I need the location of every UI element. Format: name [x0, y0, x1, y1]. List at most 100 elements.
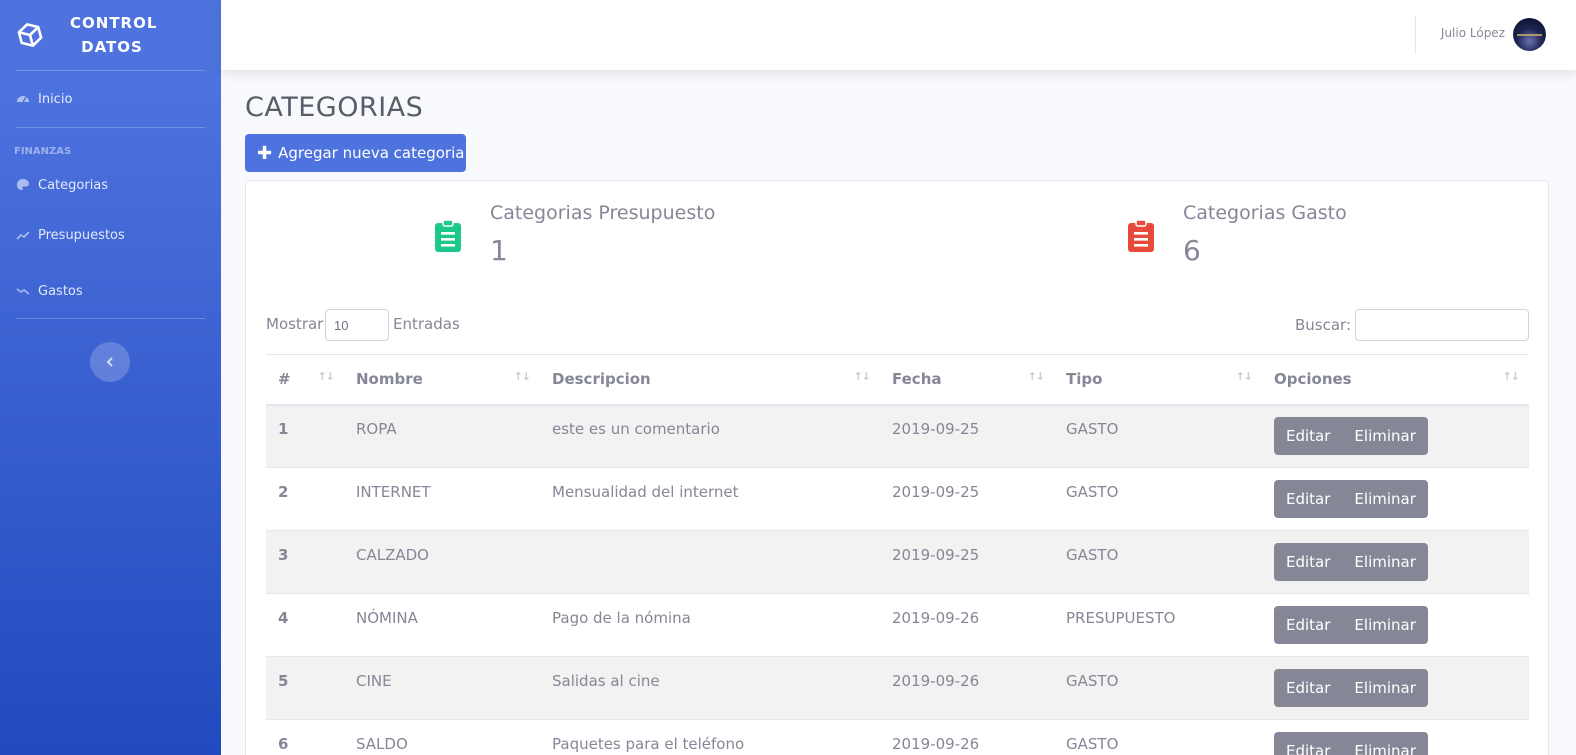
sidebar: CONTROL DATOS Inicio FINANZAS Categorias… [0, 0, 221, 755]
sort-icon: ↑↓ [853, 370, 871, 383]
cell-nombre: INTERNET [356, 483, 431, 501]
cell-id: 2 [278, 483, 289, 501]
sidebar-item-inicio[interactable]: Inicio [0, 71, 221, 127]
delete-button[interactable]: Eliminar [1342, 732, 1427, 755]
topbar-divider [1415, 16, 1416, 54]
brand-line-1: CONTROL [70, 14, 158, 32]
column-header-id[interactable]: # ↑↓ [266, 354, 344, 406]
edit-button[interactable]: Editar [1274, 669, 1342, 707]
cell-id: 6 [278, 735, 289, 754]
cell-id: 1 [278, 420, 289, 439]
sort-icon: ↑↓ [1502, 370, 1520, 383]
cell-nombre: NÓMINA [356, 609, 418, 627]
column-header-descripcion[interactable]: Descripcion ↑↓ [540, 354, 880, 406]
clipboard-icon [435, 219, 461, 252]
cell-fecha: 2019-09-25 [892, 420, 980, 439]
sidebar-toggle-button[interactable] [90, 342, 130, 382]
cell-tipo: GASTO [1066, 420, 1119, 439]
sidebar-divider [16, 318, 205, 319]
delete-button[interactable]: Eliminar [1342, 480, 1427, 518]
chart-line-down-icon [16, 288, 30, 295]
table-row: 3 CALZADO 2019-09-25 GASTO Editar Elimina… [266, 530, 1529, 594]
cell-tipo: GASTO [1066, 546, 1119, 564]
delete-button[interactable]: Eliminar [1342, 543, 1427, 581]
edit-button[interactable]: Editar [1274, 480, 1342, 518]
page-length-select[interactable] [325, 309, 389, 341]
sidebar-item-label: Categorias [38, 177, 109, 193]
tachometer-icon [17, 96, 29, 103]
row-actions: Editar Eliminar [1274, 543, 1428, 581]
stat-label: Categorias Gasto [1183, 202, 1347, 224]
cell-fecha: 2019-09-25 [892, 546, 980, 564]
edit-button[interactable]: Editar [1274, 606, 1342, 644]
user-name[interactable]: Julio López [1441, 26, 1505, 40]
cell-fecha: 2019-09-26 [892, 609, 980, 627]
palette-icon [17, 179, 29, 190]
column-header-tipo[interactable]: Tipo ↑↓ [1054, 354, 1262, 406]
cell-nombre: SALDO [356, 735, 408, 754]
cell-tipo: GASTO [1066, 672, 1119, 690]
cell-id: 5 [278, 672, 289, 690]
table-header-row: # ↑↓ Nombre ↑↓ Descripcion ↑↓ Fecha ↑↓ Tipo ↑… [266, 354, 1529, 406]
cell-tipo: GASTO [1066, 483, 1119, 501]
brand-line-2: DATOS [81, 38, 143, 56]
sidebar-item-gastos[interactable]: Gastos [0, 263, 221, 319]
entries-label: Entradas [393, 315, 460, 333]
cell-fecha: 2019-09-26 [892, 672, 980, 690]
table-row: 5 CINE Salidas al cine 2019-09-26 GASTO … [266, 656, 1529, 720]
sidebar-item-label: Presupuestos [38, 227, 125, 243]
delete-button[interactable]: Eliminar [1342, 669, 1427, 707]
cell-id: 3 [278, 546, 289, 564]
sort-icon: ↑↓ [1027, 370, 1045, 383]
cell-descripcion: Salidas al cine [552, 672, 660, 690]
cell-nombre: ROPA [356, 420, 397, 439]
cell-nombre: CINE [356, 672, 392, 690]
cell-descripcion: este es un comentario [552, 420, 720, 439]
stat-value: 6 [1183, 234, 1201, 267]
chart-line-up-icon [16, 231, 30, 240]
row-actions: Editar Eliminar [1274, 417, 1428, 456]
table-row: 6 SALDO Paquetes para el teléfono 2019-0… [266, 719, 1529, 755]
search-input[interactable] [1355, 309, 1529, 341]
cell-fecha: 2019-09-26 [892, 735, 980, 754]
add-category-button[interactable]: ✚ Agregar nueva categoria [245, 134, 466, 172]
edit-button[interactable]: Editar [1274, 417, 1342, 455]
brand[interactable]: CONTROL DATOS [0, 0, 221, 70]
sidebar-heading: FINANZAS [14, 146, 72, 157]
sidebar-item-label: Gastos [38, 283, 83, 299]
edit-button[interactable]: Editar [1274, 732, 1342, 755]
cell-fecha: 2019-09-25 [892, 483, 980, 501]
brand-text: CONTROL DATOS [70, 11, 158, 59]
table-row: 1 ROPA este es un comentario 2019-09-25 … [266, 404, 1529, 468]
page-title: CATEGORIAS [245, 92, 424, 123]
plus-icon: ✚ [257, 142, 273, 164]
clipboard-icon [1128, 219, 1154, 252]
column-header-opciones[interactable]: Opciones ↑↓ [1262, 354, 1529, 406]
cube-icon [17, 23, 43, 47]
chevron-left-icon [106, 357, 113, 367]
row-actions: Editar Eliminar [1274, 606, 1428, 644]
topbar: Julio López [221, 0, 1576, 70]
table-row: 4 NÓMINA Pago de la nómina 2019-09-26 PR… [266, 593, 1529, 657]
cell-tipo: PRESUPUESTO [1066, 609, 1176, 627]
cell-descripcion: Mensualidad del internet [552, 483, 739, 501]
sort-icon: ↑↓ [317, 370, 335, 383]
sidebar-item-categorias[interactable]: Categorias [0, 163, 221, 207]
avatar[interactable] [1513, 18, 1546, 51]
sidebar-item-presupuestos[interactable]: Presupuestos [0, 207, 221, 263]
edit-button[interactable]: Editar [1274, 543, 1342, 581]
cell-tipo: GASTO [1066, 735, 1119, 754]
table-row: 2 INTERNET Mensualidad del internet 2019… [266, 467, 1529, 531]
stat-label: Categorias Presupuesto [490, 202, 716, 224]
cell-nombre: CALZADO [356, 546, 429, 564]
delete-button[interactable]: Eliminar [1342, 606, 1427, 644]
column-header-nombre[interactable]: Nombre ↑↓ [344, 354, 540, 406]
sort-icon: ↑↓ [1235, 370, 1253, 383]
search-label: Buscar: [1295, 316, 1352, 334]
column-header-fecha[interactable]: Fecha ↑↓ [880, 354, 1054, 406]
categories-table: # ↑↓ Nombre ↑↓ Descripcion ↑↓ Fecha ↑↓ Tipo ↑… [266, 354, 1529, 755]
sidebar-item-label: Inicio [38, 91, 73, 107]
delete-button[interactable]: Eliminar [1342, 417, 1427, 455]
row-actions: Editar Eliminar [1274, 732, 1428, 755]
categories-card: Categorias Presupuesto 1 Categorias Gast… [245, 180, 1549, 755]
